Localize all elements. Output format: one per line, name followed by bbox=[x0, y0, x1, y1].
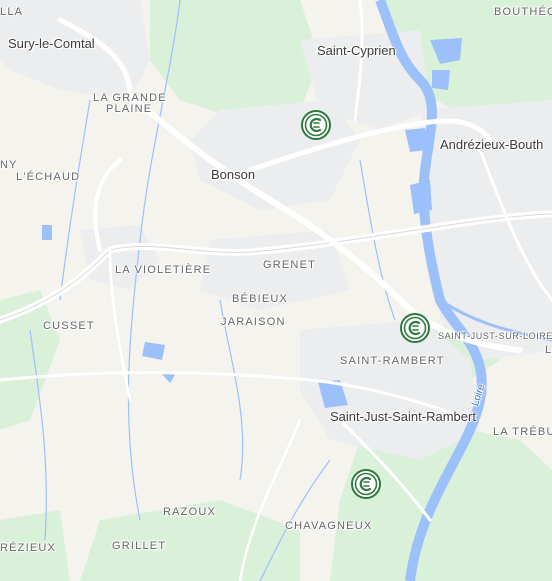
charging-station-icon bbox=[301, 110, 331, 140]
map-base-layer bbox=[0, 0, 552, 581]
charging-station-marker[interactable] bbox=[350, 468, 382, 500]
charging-station-icon bbox=[400, 313, 430, 343]
charging-station-marker[interactable] bbox=[399, 312, 431, 344]
charging-station-marker[interactable] bbox=[300, 109, 332, 141]
charging-station-icon bbox=[351, 469, 381, 499]
map-canvas[interactable]: Sury-le-Comtal Saint-Cyprien BOUTHÉO LLA… bbox=[0, 0, 552, 581]
